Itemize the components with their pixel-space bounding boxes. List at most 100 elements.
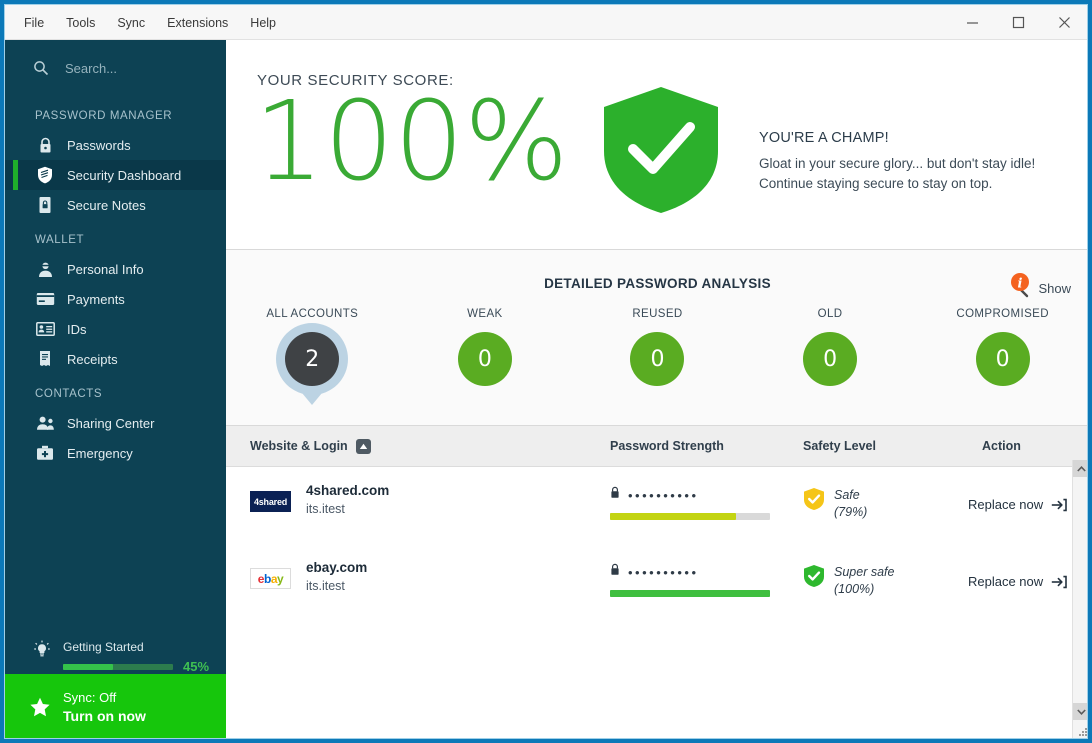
site-name: ebay.com: [306, 560, 368, 575]
people-icon: [35, 414, 55, 432]
champ-line-2: Continue staying secure to stay on top.: [759, 175, 993, 191]
maximize-button[interactable]: [995, 5, 1041, 40]
minimize-button[interactable]: [949, 5, 995, 40]
safety-label: Safe: [834, 488, 860, 502]
stat-value: 2: [285, 332, 340, 386]
lock-icon: [35, 136, 55, 154]
sidebar-item-security-dashboard[interactable]: Security Dashboard: [5, 160, 226, 190]
maximize-icon: [1012, 16, 1024, 29]
stat-label: REUSED: [632, 308, 683, 320]
sidebar-item-receipts[interactable]: Receipts: [5, 344, 226, 374]
sidebar-item-label: Payments: [67, 291, 125, 307]
sidebar-item-ids[interactable]: IDs: [5, 314, 226, 344]
search-input[interactable]: [63, 59, 207, 77]
sidebar-item-label: Receipts: [67, 351, 118, 367]
action-label: Replace now: [968, 574, 1044, 589]
getting-started-widget[interactable]: Getting Started 45%: [5, 640, 226, 674]
stat-all-accounts[interactable]: ALL ACCOUNTS 2: [226, 308, 399, 405]
star-icon: [17, 697, 63, 718]
sidebar-item-secure-notes[interactable]: Secure Notes: [5, 190, 226, 220]
menu-item-sync[interactable]: Sync: [106, 11, 156, 35]
menu-bar: File Tools Sync Extensions Help: [13, 5, 287, 40]
stat-label: COMPROMISED: [956, 308, 1049, 320]
stat-bubble-ring: 2: [276, 323, 349, 405]
sidebar-item-payments[interactable]: Payments: [5, 284, 226, 314]
site-logo: 4shared: [250, 491, 291, 512]
close-icon: [1058, 17, 1070, 28]
getting-started-label: Getting Started: [63, 640, 144, 654]
password-strength-cell: ••••••••••: [610, 486, 790, 520]
sort-ascending-icon[interactable]: [355, 438, 371, 454]
lock-icon: [610, 563, 620, 581]
password-strength-cell: ••••••••••: [610, 563, 790, 597]
menu-item-help[interactable]: Help: [239, 11, 287, 35]
replace-now-button[interactable]: Replace now: [968, 574, 1067, 589]
safety-level-cell: Super safe (100%): [803, 564, 894, 598]
sidebar-item-passwords[interactable]: Passwords: [5, 130, 226, 160]
safety-label: Super safe: [834, 565, 895, 579]
menu-item-file[interactable]: File: [13, 11, 55, 35]
shield-check-yellow-icon: [803, 487, 825, 521]
show-details-button[interactable]: i Show: [1006, 272, 1071, 305]
app-window: File Tools Sync Extensions Help Search..…: [4, 4, 1088, 739]
sidebar-item-label: Personal Info: [67, 261, 144, 277]
note-lock-icon: [35, 196, 55, 214]
arrow-into-bracket-icon: [1051, 575, 1067, 589]
scroll-up-button[interactable]: [1073, 460, 1087, 477]
stat-value: 0: [803, 332, 858, 386]
getting-started-progress-track: [63, 663, 173, 670]
sidebar-group-password-manager: PASSWORD MANAGER: [35, 110, 173, 122]
id-card-icon: [35, 320, 55, 338]
stat-weak[interactable]: WEAK 0: [399, 308, 572, 395]
table-row[interactable]: 4shared 4shared.com its.itest ••••••••••: [226, 467, 1087, 544]
sync-status: Sync: Off: [63, 690, 117, 705]
sync-turn-on-link[interactable]: Turn on now: [63, 708, 146, 724]
column-header-password-strength[interactable]: Password Strength: [610, 426, 724, 466]
menu-item-extensions[interactable]: Extensions: [156, 11, 239, 35]
table-header: Website & Login Password Strength Safety…: [226, 426, 1087, 467]
credit-card-icon: [35, 290, 55, 308]
receipt-icon: [35, 350, 55, 368]
stat-label: WEAK: [467, 308, 503, 320]
search-row[interactable]: [5, 40, 226, 96]
sync-banner[interactable]: Sync: Off Turn on now: [5, 674, 226, 738]
sidebar-item-label: IDs: [67, 321, 87, 337]
column-header-action[interactable]: Action: [982, 426, 1021, 466]
strength-fill: [610, 590, 770, 597]
vertical-scrollbar[interactable]: [1072, 460, 1087, 738]
menu-item-tools[interactable]: Tools: [55, 11, 106, 35]
password-table: 4shared 4shared.com its.itest ••••••••••: [226, 467, 1087, 738]
sidebar-group-contacts: CONTACTS: [35, 388, 103, 400]
show-label: Show: [1038, 281, 1071, 296]
stat-old[interactable]: OLD 0: [744, 308, 917, 395]
column-header-safety-level[interactable]: Safety Level: [803, 426, 876, 466]
analysis-title: DETAILED PASSWORD ANALYSIS: [544, 276, 771, 291]
stat-compromised[interactable]: COMPROMISED 0: [916, 308, 1087, 395]
lightbulb-icon: [33, 640, 51, 660]
password-mask: ••••••••••: [628, 487, 699, 503]
arrow-into-bracket-icon: [1051, 498, 1067, 512]
title-bar: File Tools Sync Extensions Help: [5, 5, 1087, 40]
shield-check-icon: [600, 85, 722, 220]
strength-fill: [610, 513, 737, 520]
sidebar-item-emergency[interactable]: Emergency: [5, 438, 226, 468]
sidebar-item-label: Sharing Center: [67, 415, 155, 431]
stat-label: OLD: [817, 308, 843, 320]
shield-icon: [35, 166, 55, 184]
resize-grip[interactable]: [1075, 725, 1087, 738]
sidebar-item-label: Passwords: [67, 137, 131, 153]
stat-label: ALL ACCOUNTS: [266, 308, 359, 320]
champ-message: YOU'RE A CHAMP! Gloat in your secure glo…: [759, 130, 1035, 193]
sidebar-item-personal-info[interactable]: Personal Info: [5, 254, 226, 284]
close-button[interactable]: [1041, 5, 1087, 40]
shield-check-green-icon: [803, 564, 825, 598]
sidebar-item-label: Emergency: [67, 445, 133, 461]
column-header-site[interactable]: Website & Login: [250, 426, 371, 466]
replace-now-button[interactable]: Replace now: [968, 497, 1067, 512]
table-row[interactable]: ebay ebay.com its.itest •••••••••• Super…: [226, 544, 1087, 621]
sidebar-item-sharing-center[interactable]: Sharing Center: [5, 408, 226, 438]
scroll-down-button[interactable]: [1073, 703, 1087, 720]
stat-reused[interactable]: REUSED 0: [571, 308, 744, 395]
first-aid-kit-icon: [35, 444, 55, 462]
stat-value: 0: [975, 332, 1030, 386]
